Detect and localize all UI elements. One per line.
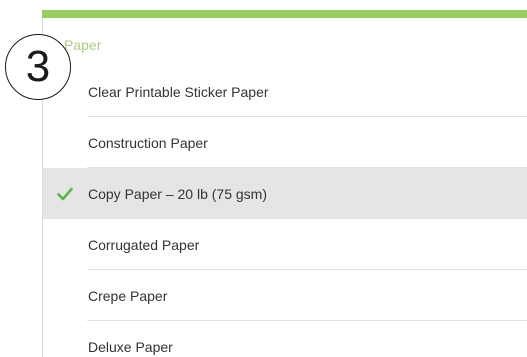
header-accent-bar — [42, 10, 527, 18]
material-item-crepe-paper[interactable]: Crepe Paper — [43, 270, 527, 321]
material-item-label: Clear Printable Sticker Paper — [88, 83, 269, 100]
material-item-copy-paper[interactable]: Copy Paper – 20 lb (75 gsm) — [43, 168, 527, 219]
checkmark-icon — [57, 187, 73, 200]
material-item-label: Deluxe Paper — [88, 338, 173, 355]
step-number-badge: 3 — [5, 34, 71, 100]
material-list: Clear Printable Sticker Paper Constructi… — [43, 66, 527, 357]
material-item-construction-paper[interactable]: Construction Paper — [43, 117, 527, 168]
material-item-deluxe-paper[interactable]: Deluxe Paper — [43, 321, 527, 357]
material-item-label: Corrugated Paper — [88, 236, 200, 253]
material-item-corrugated-paper[interactable]: Corrugated Paper — [43, 219, 527, 270]
material-item-label: Crepe Paper — [88, 287, 168, 304]
material-item-label: Construction Paper — [88, 134, 208, 151]
material-item-clear-printable-sticker-paper[interactable]: Clear Printable Sticker Paper — [43, 66, 527, 117]
material-selection-screen: 3 Paper Clear Printable Sticker Paper Co… — [0, 0, 527, 357]
section-header: Paper — [64, 37, 102, 53]
material-item-label: Copy Paper – 20 lb (75 gsm) — [88, 185, 267, 202]
